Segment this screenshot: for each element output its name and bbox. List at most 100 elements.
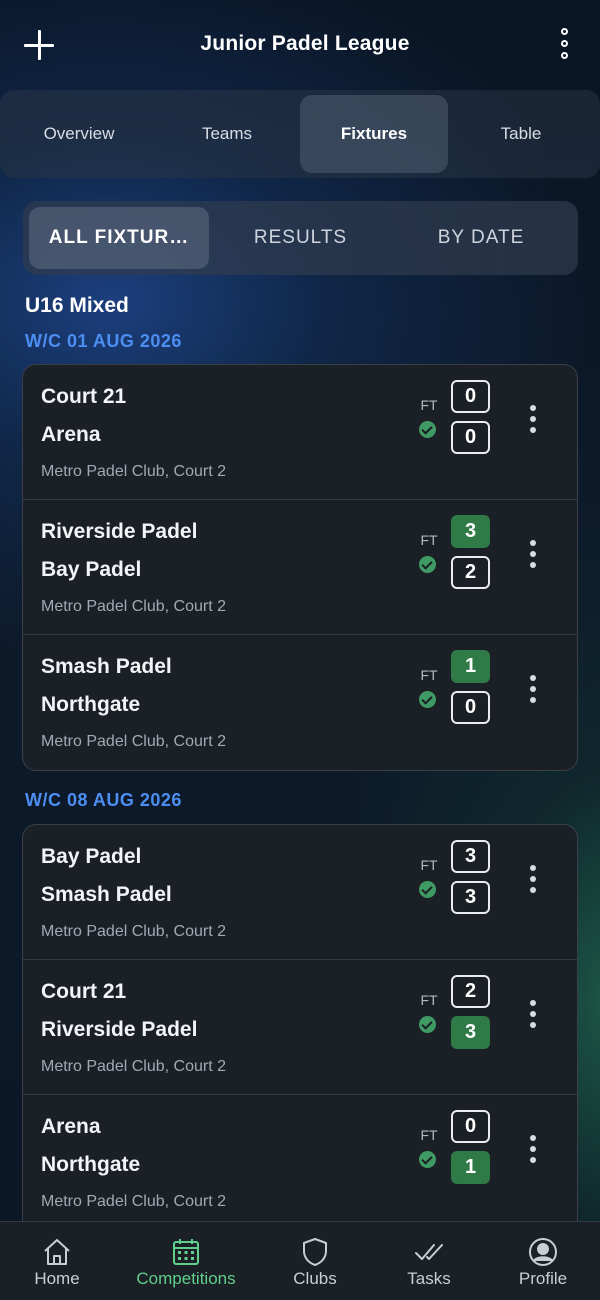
venue-label: Metro Padel Club, Court 2 (41, 598, 226, 615)
away-score: 1 (451, 1151, 490, 1184)
nav-competitions[interactable]: Competitions (126, 1222, 246, 1300)
dot (530, 887, 536, 893)
dot (530, 562, 536, 568)
check-circle-icon (419, 691, 436, 708)
double-check-icon (415, 1244, 443, 1260)
shield-icon (303, 1238, 327, 1266)
away-score: 3 (451, 881, 490, 914)
home-team-name: Court 21 (41, 385, 127, 408)
fixture-row[interactable]: Smash Padel Northgate Metro Padel Club, Co… (23, 635, 577, 770)
away-team-name: Riverside Padel (41, 1018, 198, 1041)
match-status: FT (420, 397, 438, 413)
away-score: 2 (451, 556, 490, 589)
home-score: 3 (451, 840, 490, 873)
match-status: FT (420, 532, 438, 548)
fixture-options-icon[interactable] (527, 865, 539, 893)
check-circle-icon (419, 881, 436, 898)
nav-label: Competitions (136, 1269, 236, 1288)
tab-table[interactable]: Table (447, 95, 595, 173)
page-title: Junior Padel League (200, 32, 410, 55)
group-title: U16 Mixed (25, 294, 129, 317)
home-team-name: Arena (41, 1115, 101, 1138)
nav-label: Home (34, 1269, 80, 1288)
week-label: W/C 08 AUG 2026 (25, 790, 182, 810)
home-team-name: Riverside Padel (41, 520, 198, 543)
dot (530, 427, 536, 433)
dot (530, 1157, 536, 1163)
fixture-row[interactable]: Arena Northgate Metro Padel Club, Court 2 F… (23, 1095, 577, 1230)
dot (530, 675, 536, 681)
user-circle-icon (529, 1238, 557, 1266)
check-circle-icon (419, 421, 436, 438)
venue-label: Metro Padel Club, Court 2 (41, 1193, 226, 1210)
home-icon (44, 1239, 70, 1265)
filter-all-fixtures[interactable]: ALL FIXTUR… (29, 207, 209, 269)
away-score: 0 (451, 691, 490, 724)
dot (530, 1011, 536, 1017)
calendar-icon (173, 1239, 199, 1265)
nav-label: Tasks (407, 1269, 451, 1288)
fixture-options-icon[interactable] (527, 675, 539, 703)
nav-label: Profile (518, 1269, 568, 1288)
fixture-row[interactable]: Riverside Padel Bay Padel Metro Padel Club… (23, 500, 577, 635)
match-status: FT (420, 1127, 438, 1143)
venue-label: Metro Padel Club, Court 2 (41, 923, 226, 940)
nav-clubs[interactable]: Clubs (255, 1222, 375, 1300)
main-tabs: Overview Teams Fixtures Table (0, 90, 600, 178)
home-score: 3 (451, 515, 490, 548)
week-label: W/C 01 AUG 2026 (25, 331, 182, 351)
dot (530, 540, 536, 546)
home-score: 1 (451, 650, 490, 683)
venue-label: Metro Padel Club, Court 2 (41, 1058, 226, 1075)
tab-overview[interactable]: Overview (5, 95, 153, 173)
more-options-icon[interactable] (555, 28, 575, 62)
tab-teams[interactable]: Teams (153, 95, 301, 173)
home-team-name: Smash Padel (41, 655, 172, 678)
dot (530, 697, 536, 703)
match-status: FT (420, 857, 438, 873)
check-circle-icon (419, 556, 436, 573)
home-team-name: Court 21 (41, 980, 127, 1003)
venue-label: Metro Padel Club, Court 2 (41, 733, 226, 750)
match-status: FT (420, 667, 438, 683)
nav-profile[interactable]: Profile (483, 1222, 600, 1300)
away-team-name: Smash Padel (41, 883, 172, 906)
bottom-nav: Home Competitions Clubs Tasks Profile (0, 1221, 600, 1300)
filter-results[interactable]: RESULTS (213, 207, 388, 269)
nav-home[interactable]: Home (0, 1222, 117, 1300)
fixture-card: Court 21 Arena Metro Padel Club, Court 2 FT… (22, 364, 578, 771)
dot (530, 405, 536, 411)
filter-by-date[interactable]: BY DATE (393, 207, 569, 269)
nav-tasks[interactable]: Tasks (369, 1222, 489, 1300)
fixture-filter: ALL FIXTUR… RESULTS BY DATE (23, 201, 578, 275)
fixture-card: Bay Padel Smash Padel Metro Padel Club, Co… (22, 824, 578, 1244)
venue-label: Metro Padel Club, Court 2 (41, 463, 226, 480)
dot (530, 876, 536, 882)
fixture-options-icon[interactable] (527, 1000, 539, 1028)
home-team-name: Bay Padel (41, 845, 142, 868)
check-circle-icon (419, 1151, 436, 1168)
nav-label: Clubs (293, 1269, 337, 1288)
home-score: 0 (451, 1110, 490, 1143)
away-team-name: Northgate (41, 1153, 141, 1176)
away-team-name: Arena (41, 423, 101, 446)
app-header: Junior Padel League (0, 0, 600, 90)
dot (530, 686, 536, 692)
dot (530, 1135, 536, 1141)
check-circle-icon (419, 1016, 436, 1033)
home-score: 0 (451, 380, 490, 413)
fixture-options-icon[interactable] (527, 1135, 539, 1163)
match-status: FT (420, 992, 438, 1008)
dot (530, 1022, 536, 1028)
fixture-row[interactable]: Court 21 Arena Metro Padel Club, Court 2 FT… (23, 365, 577, 500)
dot (530, 1146, 536, 1152)
fixture-row[interactable]: Court 21 Riverside Padel Metro Padel Club,… (23, 960, 577, 1095)
away-score: 0 (451, 421, 490, 454)
fixture-options-icon[interactable] (527, 540, 539, 568)
dot (530, 865, 536, 871)
away-team-name: Bay Padel (41, 558, 142, 581)
tab-fixtures[interactable]: Fixtures (300, 95, 448, 173)
fixture-options-icon[interactable] (527, 405, 539, 433)
dot (530, 1000, 536, 1006)
fixture-row[interactable]: Bay Padel Smash Padel Metro Padel Club, Co… (23, 825, 577, 960)
